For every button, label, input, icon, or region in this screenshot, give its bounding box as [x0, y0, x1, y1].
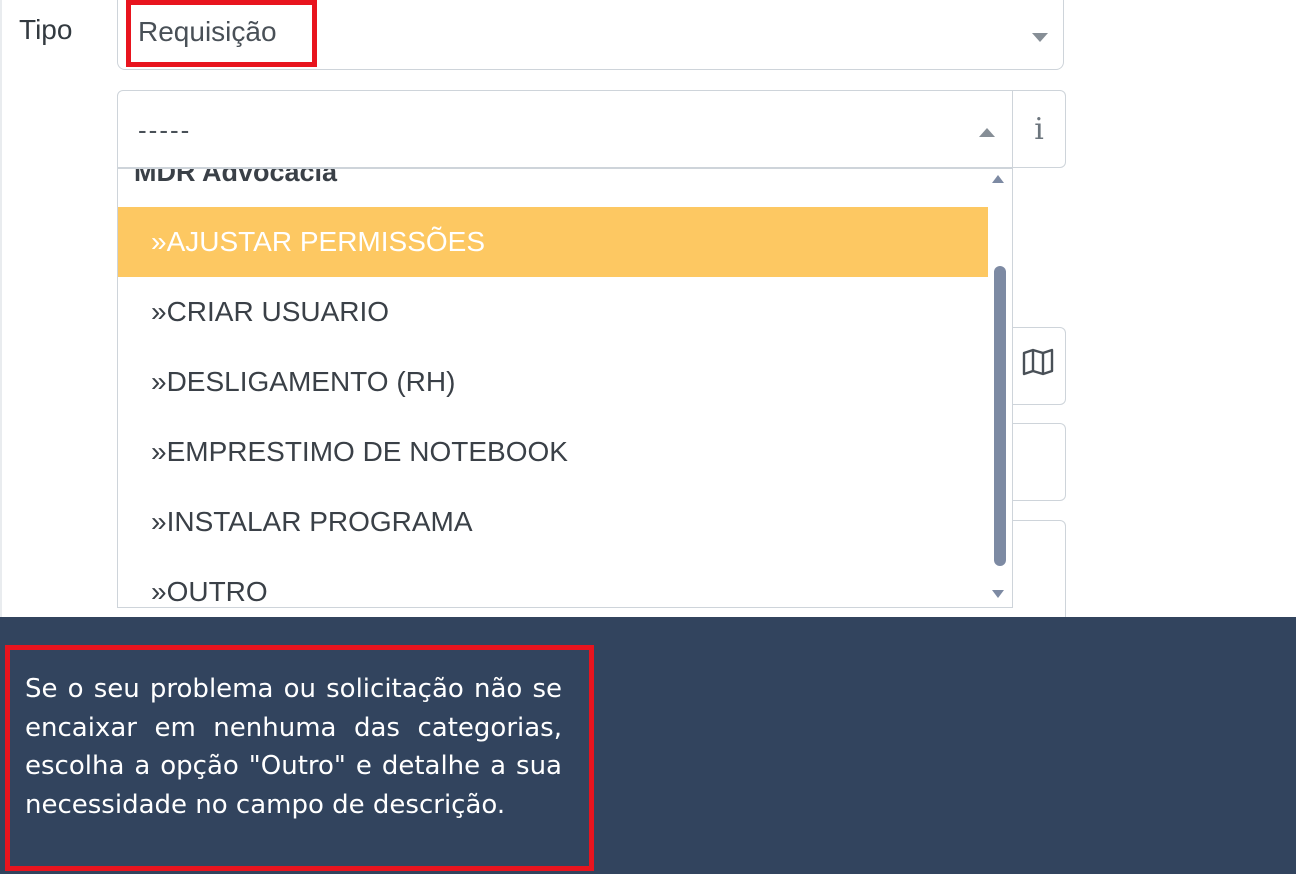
side-field-box-lower[interactable]	[1008, 520, 1066, 630]
category-select-value: -----	[138, 115, 192, 145]
scrollbar-thumb[interactable]	[994, 266, 1006, 566]
tipo-highlight-box	[126, 0, 317, 67]
scroll-down-icon[interactable]	[992, 590, 1004, 598]
form-left-border	[0, 0, 2, 617]
chevron-up-icon[interactable]	[979, 128, 995, 137]
category-dropdown-list[interactable]: MDR Advocacia »AJUSTAR PERMISSÕES »CRIAR…	[117, 168, 1013, 608]
scroll-up-icon[interactable]	[992, 175, 1004, 183]
info-icon: i	[1034, 112, 1044, 147]
category-select[interactable]	[117, 90, 1013, 168]
dropdown-option[interactable]: »OUTRO	[118, 557, 990, 607]
chevron-down-icon[interactable]	[1032, 33, 1048, 42]
dropdown-option[interactable]: »CRIAR USUARIO	[118, 277, 990, 347]
dropdown-option[interactable]: »EMPRESTIMO DE NOTEBOOK	[118, 417, 990, 487]
dropdown-option[interactable]: »AJUSTAR PERMISSÕES	[118, 207, 990, 277]
dropdown-group-header: MDR Advocacia	[134, 168, 338, 187]
side-field-box[interactable]	[1008, 423, 1066, 501]
map-icon	[1022, 348, 1054, 376]
dropdown-option[interactable]: »INSTALAR PROGRAMA	[118, 487, 990, 557]
tooltip-highlight-box	[5, 645, 594, 871]
dropdown-option[interactable]: »DESLIGAMENTO (RH)	[118, 347, 990, 417]
tipo-label: Tipo	[19, 14, 73, 45]
